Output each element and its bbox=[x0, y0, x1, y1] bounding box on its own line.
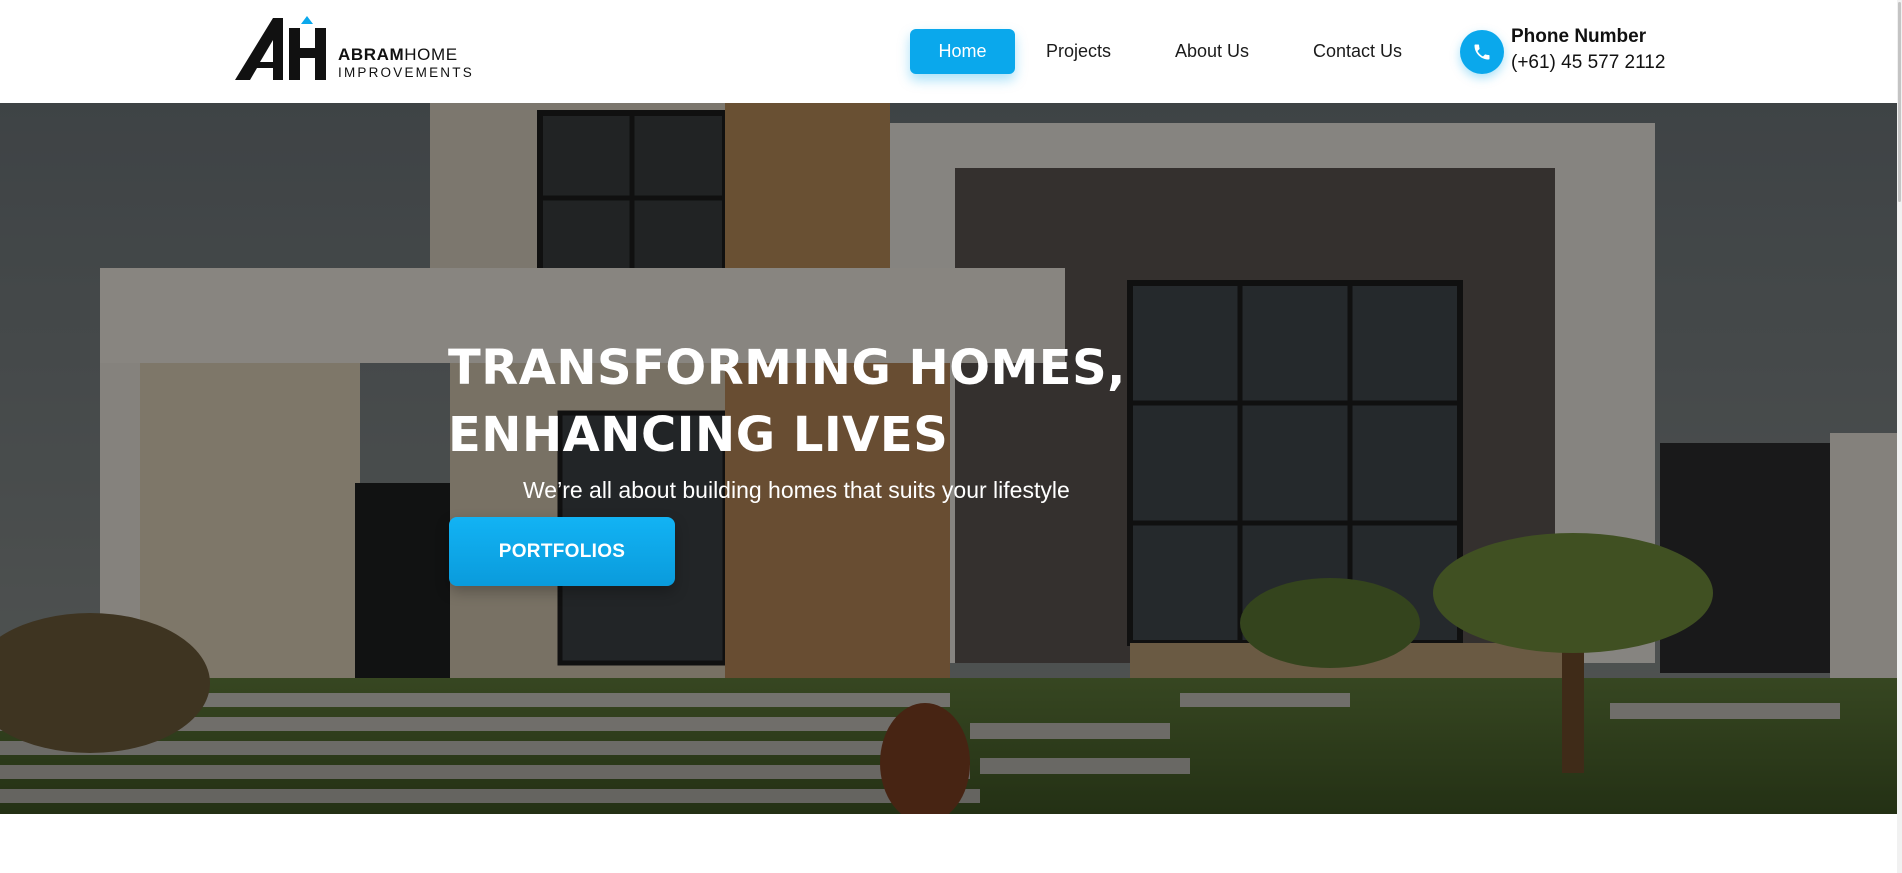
hero-subtitle: We’re all about building homes that suit… bbox=[523, 477, 1070, 503]
brand-name-regular: HOME bbox=[404, 45, 458, 64]
site-header: ABRAMHOME IMPROVEMENTS Home Projects Abo… bbox=[0, 0, 1902, 103]
hero-section: TRANSFORMING HOMES, ENHANCING LIVES We’r… bbox=[0, 103, 1897, 814]
nav-item-contact-us[interactable]: Contact Us bbox=[1313, 29, 1402, 74]
brand-tagline: IMPROVEMENTS bbox=[338, 65, 474, 80]
hero-title-line-2: ENHANCING LIVES bbox=[448, 407, 949, 463]
hero-title: TRANSFORMING HOMES, ENHANCING LIVES bbox=[448, 335, 1348, 469]
phone-label: Phone Number bbox=[1511, 26, 1647, 47]
hero-title-line-1: TRANSFORMING HOMES, bbox=[448, 340, 1126, 396]
phone-icon bbox=[1460, 30, 1504, 74]
phone-number[interactable]: (+61) 45 577 2112 bbox=[1511, 52, 1665, 74]
brand-name-bold: ABRAM bbox=[338, 45, 405, 64]
nav-item-projects[interactable]: Projects bbox=[1046, 29, 1111, 74]
logo[interactable]: ABRAMHOME IMPROVEMENTS bbox=[235, 16, 472, 84]
nav-item-about-us[interactable]: About Us bbox=[1175, 29, 1249, 74]
portfolios-button[interactable]: PORTFOLIOS bbox=[449, 517, 675, 586]
logo-mark-icon bbox=[235, 16, 326, 80]
page-scrollbar-thumb[interactable] bbox=[1898, 2, 1901, 202]
nav-item-home[interactable]: Home bbox=[910, 29, 1015, 74]
logo-wordmark: ABRAMHOME IMPROVEMENTS bbox=[338, 46, 474, 82]
